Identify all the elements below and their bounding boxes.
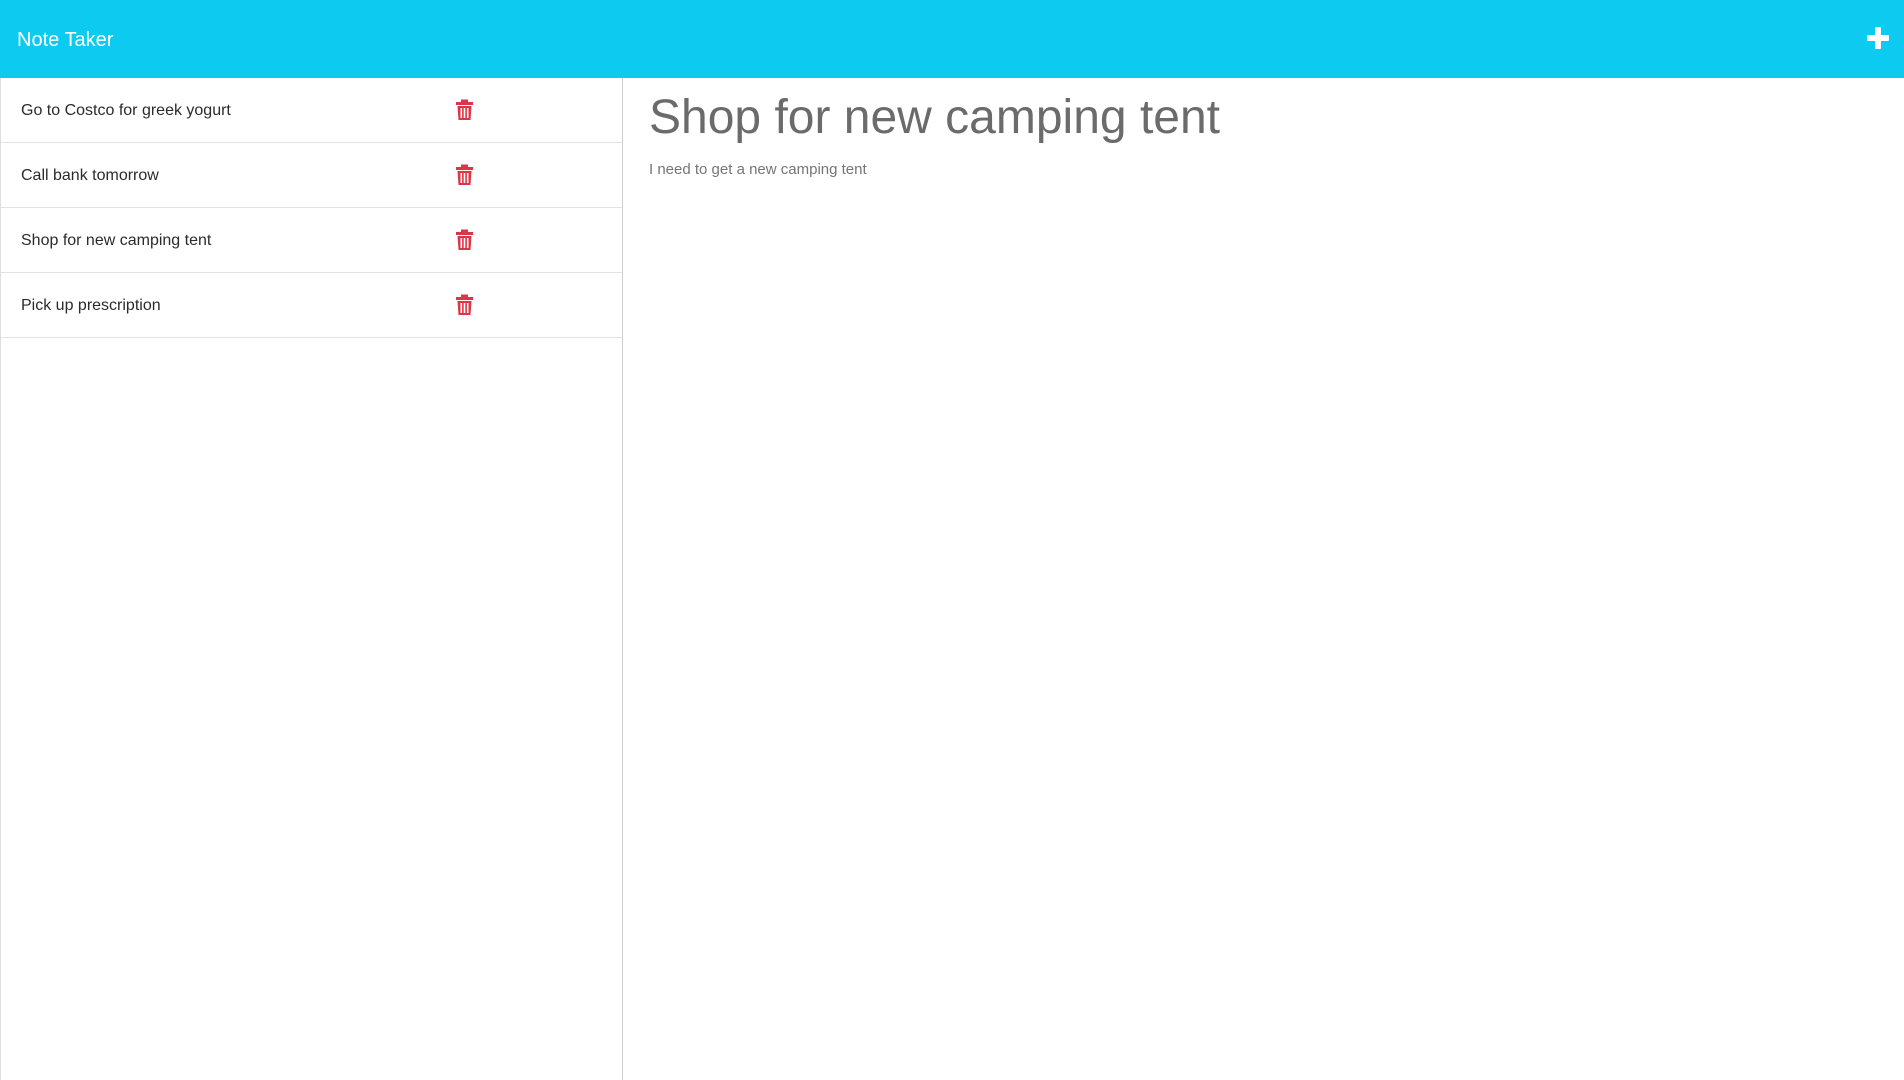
new-note-button[interactable] [1865,25,1891,51]
list-item[interactable]: Shop for new camping tent [1,208,622,273]
list-item[interactable]: Go to Costco for greek yogurt [1,78,622,143]
delete-note-button[interactable] [455,164,474,186]
trash-icon [456,164,473,185]
note-item-title: Call bank tomorrow [21,167,159,184]
delete-note-button[interactable] [455,294,474,316]
notes-sidebar: Go to Costco for greek yogurt Call bank … [0,78,623,1080]
app-title[interactable]: Note Taker [17,28,113,52]
delete-note-button[interactable] [455,229,474,251]
list-item[interactable]: Pick up prescription [1,273,622,338]
top-navbar: Note Taker [0,0,1904,78]
note-list: Go to Costco for greek yogurt Call bank … [1,78,622,338]
trash-icon [456,229,473,250]
note-item-title: Pick up prescription [21,297,161,314]
note-item-title: Go to Costco for greek yogurt [21,102,231,119]
trash-icon [456,99,473,120]
plus-icon [1867,27,1889,49]
note-title-input[interactable]: Shop for new camping tent [649,88,1849,148]
note-text-area[interactable]: I need to get a new camping tent [649,160,1849,200]
note-item-title: Shop for new camping tent [21,232,212,249]
trash-icon [456,294,473,315]
note-editor: Shop for new camping tent I need to get … [623,78,1904,1080]
delete-note-button[interactable] [455,99,474,121]
list-item[interactable]: Call bank tomorrow [1,143,622,208]
